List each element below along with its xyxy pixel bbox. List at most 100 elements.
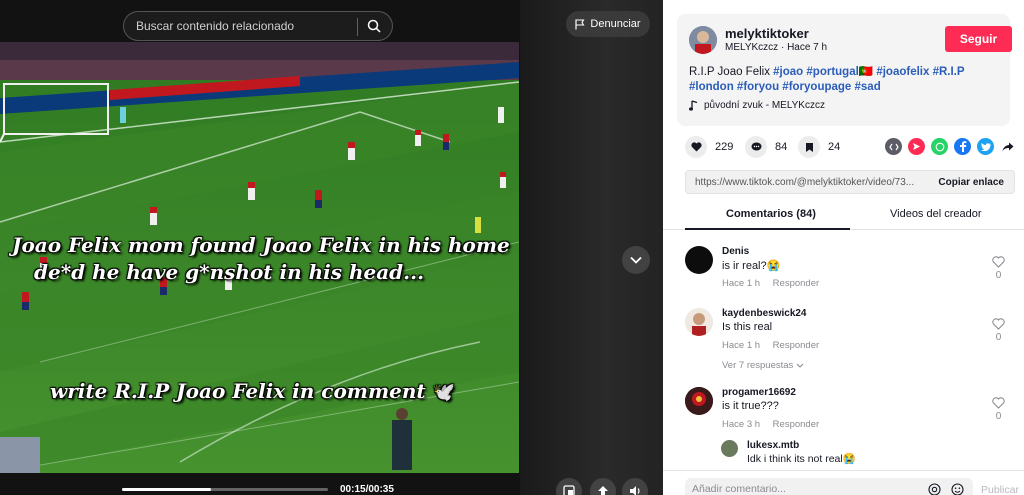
comment-button[interactable]	[745, 136, 767, 158]
description-text: R.I.P Joao Felix	[689, 66, 774, 78]
commenter-avatar[interactable]	[685, 308, 713, 336]
hashtag[interactable]: #sad	[855, 81, 881, 93]
video-frame[interactable]: Joao Felix mom found Joao Felix in his h…	[0, 42, 519, 473]
facebook-icon	[959, 141, 966, 152]
comment-text: is ir real?😭	[722, 260, 781, 272]
comment-input[interactable]: Añadir comentario...	[685, 478, 973, 495]
comment-time: Hace 3 h	[722, 419, 761, 430]
tab-comments[interactable]: Comentarios (84)	[726, 208, 816, 220]
comment-like[interactable]: 0	[992, 318, 1005, 343]
next-video-button[interactable]	[622, 246, 650, 274]
hashtag[interactable]: #R.I.P	[933, 66, 965, 78]
side-panel: melyktiktoker MELYKczcz · Hace 7 h Segui…	[663, 0, 1024, 495]
comment-input-bar: Añadir comentario... Publicar	[663, 470, 1024, 495]
embed-button[interactable]	[885, 138, 902, 155]
author-card: melyktiktoker MELYKczcz · Hace 7 h Segui…	[677, 14, 1012, 126]
commenter-avatar[interactable]	[685, 246, 713, 274]
report-button[interactable]: Denunciar	[566, 11, 650, 37]
like-stat[interactable]: 229	[685, 136, 733, 158]
comment-meta: Hace 1 h Responder	[722, 278, 829, 289]
commenter-username[interactable]: progamer16692	[722, 387, 796, 398]
view-replies-button[interactable]: Ver 7 respuestas	[722, 360, 804, 371]
author-username[interactable]: melyktiktoker	[725, 26, 809, 41]
comment-like-count: 0	[995, 270, 1002, 281]
reply-button[interactable]: Responder	[773, 419, 819, 430]
bookmark-icon	[805, 142, 813, 152]
commenter-username[interactable]: Denis	[722, 246, 749, 257]
hashtag[interactable]: #london	[689, 81, 734, 93]
report-label: Denunciar	[590, 18, 641, 30]
pip-icon	[563, 485, 575, 495]
author-meta: MELYKczcz · Hace 7 h	[725, 42, 827, 53]
like-count: 229	[715, 141, 734, 153]
caption-line-3: write R.I.P Joao Felix in comment 🕊️	[50, 378, 490, 406]
copy-link-button[interactable]: Copiar enlace	[938, 177, 1004, 188]
save-button[interactable]	[798, 136, 820, 158]
replier-avatar[interactable]	[721, 440, 738, 457]
hashtag[interactable]: #joaofelix	[876, 66, 929, 78]
comment-like[interactable]: 0	[992, 256, 1005, 281]
comment-item: progamer16692 is it true??? Hace 3 h Res…	[685, 387, 1015, 437]
publish-button[interactable]: Publicar	[981, 484, 1019, 495]
search-input[interactable]: Buscar contenido relacionado	[123, 11, 393, 41]
commenter-avatar[interactable]	[685, 387, 713, 415]
author-display-name: MELYKczcz	[725, 42, 779, 53]
caption-line-2: de*d he have g*nshot in his head...	[34, 260, 425, 284]
follow-button[interactable]: Seguir	[945, 26, 1012, 52]
video-player[interactable]: Joao Felix mom found Joao Felix in his h…	[0, 0, 663, 495]
comment-like-count: 0	[995, 332, 1002, 343]
hashtag[interactable]: #foryoupage	[782, 81, 851, 93]
comment-item: kaydenbeswick24 Is this real Hace 1 h Re…	[685, 308, 1015, 358]
more-share-button[interactable]	[999, 138, 1016, 155]
comment-icon	[751, 142, 761, 151]
search-icon	[367, 19, 381, 33]
heart-icon	[690, 142, 702, 152]
avatar-image	[689, 26, 717, 54]
emoji-icon[interactable]	[951, 483, 964, 495]
sound-name: původní zvuk - MELYKczcz	[704, 100, 825, 111]
progress-fill	[122, 488, 211, 491]
hashtag[interactable]: #portugal🇵🇹	[806, 66, 873, 78]
facebook-share-button[interactable]	[954, 138, 971, 155]
view-replies-label: Ver 7 respuestas	[722, 360, 794, 371]
code-icon	[888, 143, 899, 150]
comment-stat[interactable]: 84	[745, 136, 787, 158]
whatsapp-icon	[935, 142, 944, 151]
hashtag[interactable]: #joao	[773, 66, 803, 78]
save-stat[interactable]: 24	[798, 136, 840, 158]
progress-bar[interactable]	[122, 488, 328, 491]
active-tab-indicator	[685, 228, 850, 230]
whatsapp-share-button[interactable]	[931, 138, 948, 155]
commenter-username[interactable]: kaydenbeswick24	[722, 308, 807, 319]
caption-line-3-text: write R.I.P Joao Felix in comment	[50, 379, 426, 403]
tab-creator-videos[interactable]: Videos del creador	[890, 208, 982, 220]
float-icon	[598, 486, 608, 495]
comment-time: Hace 1 h	[722, 278, 761, 289]
caption-line-1: Joao Felix mom found Joao Felix in his h…	[12, 233, 510, 257]
volume-icon	[629, 486, 640, 495]
share-arrow-icon	[1002, 142, 1013, 151]
sound-link[interactable]: původní zvuk - MELYKczcz	[689, 100, 825, 111]
author-avatar[interactable]	[689, 26, 717, 54]
heart-outline-icon	[992, 318, 1005, 330]
time-readout: 00:15/00:35	[340, 484, 394, 495]
dove-emoji: 🕊️	[432, 382, 455, 403]
like-button[interactable]	[685, 136, 707, 158]
content-tabs: Comentarios (84) Videos del creador	[663, 200, 1024, 230]
reply-button[interactable]: Responder	[773, 340, 819, 351]
hashtag[interactable]: #foryou	[737, 81, 779, 93]
video-url[interactable]: https://www.tiktok.com/@melyktiktoker/vi…	[695, 177, 925, 188]
replier-username[interactable]: lukesx.mtb	[747, 440, 799, 451]
reply-button[interactable]: Responder	[773, 278, 819, 289]
mention-icon[interactable]	[928, 483, 941, 495]
comment-text: Is this real	[722, 321, 773, 333]
reply-text: Idk i think its not real😭	[747, 453, 856, 465]
twitter-share-button[interactable]	[977, 138, 994, 155]
video-description: R.I.P Joao Felix #joao #portugal🇵🇹 #joao…	[689, 65, 1009, 95]
comment-like[interactable]: 0	[992, 397, 1005, 422]
comment-time: Hace 1 h	[722, 340, 761, 351]
send-to-friends-button[interactable]	[908, 138, 925, 155]
save-count: 24	[828, 141, 841, 153]
comment-meta: Hace 3 h Responder	[722, 419, 829, 430]
search-button[interactable]	[356, 12, 392, 40]
